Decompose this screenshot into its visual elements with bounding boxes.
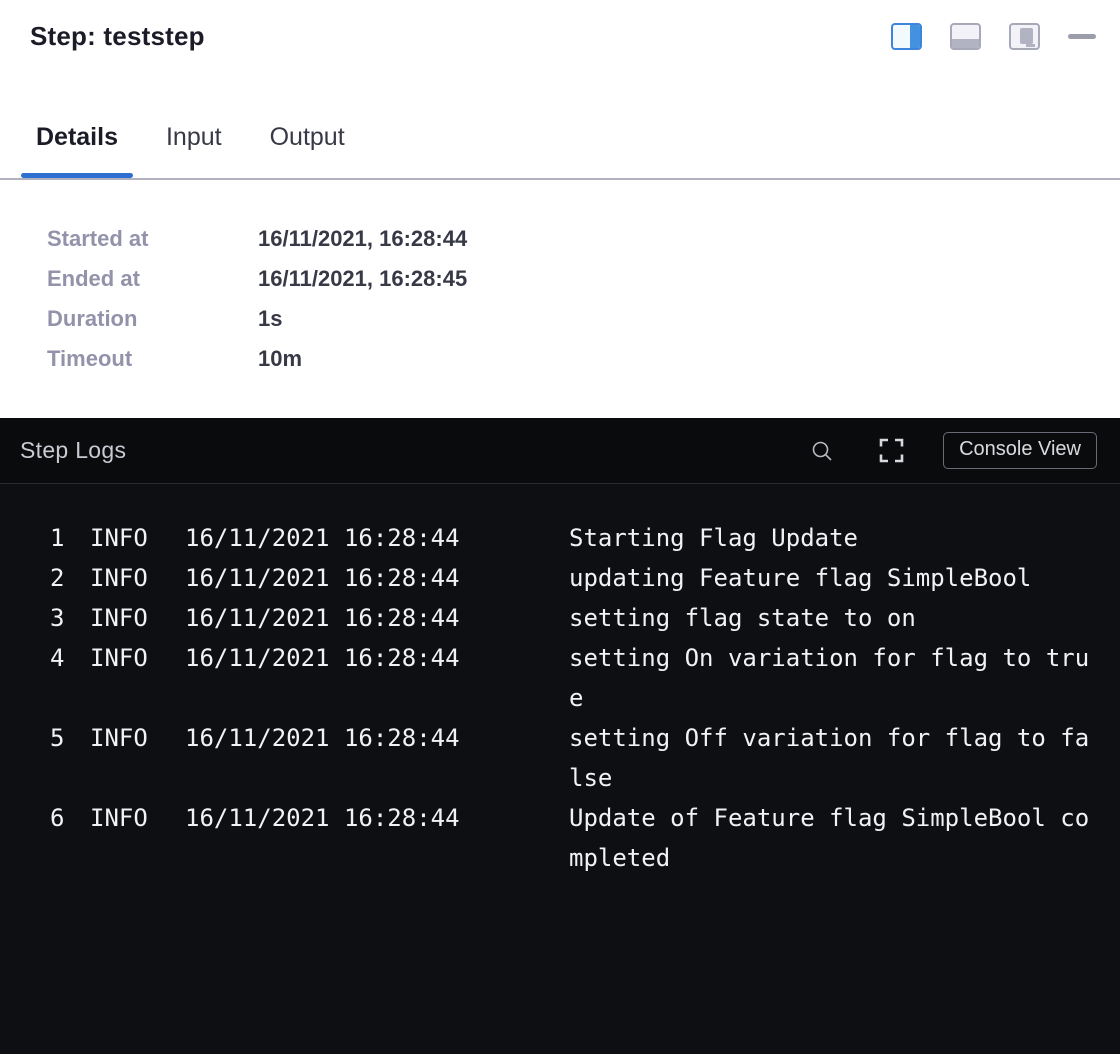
log-level: INFO [90,598,185,638]
log-level: INFO [90,638,185,718]
log-line-number: 1 [50,518,90,558]
log-line-number: 5 [50,718,90,798]
page-title: Step: teststep [30,18,205,54]
detail-label: Duration [47,299,258,339]
log-line: 4INFO16/11/2021 16:28:44setting On varia… [50,638,1097,718]
layout-controls [891,23,1096,50]
tab-input[interactable]: Input [151,122,237,178]
floating-view-dash [1026,44,1035,47]
detail-row: Duration1s [47,299,1120,339]
log-level: INFO [90,798,185,878]
log-line: 1INFO16/11/2021 16:28:44Starting Flag Up… [50,518,1097,558]
search-icon[interactable] [810,439,834,463]
panel-header: Step: teststep [0,0,1120,54]
detail-value: 1s [258,299,282,339]
log-timestamp: 16/11/2021 16:28:44 [185,798,569,878]
log-level: INFO [90,518,185,558]
console-view-button[interactable]: Console View [943,432,1097,469]
log-message: Update of Feature flag SimpleBool comple… [569,798,1097,878]
logs-title: Step Logs [20,437,126,464]
details-panel: Started at16/11/2021, 16:28:44Ended at16… [0,180,1120,418]
log-message: Starting Flag Update [569,518,1097,558]
log-level: INFO [90,718,185,798]
tab-bar: Details Input Output [0,122,1120,180]
log-timestamp: 16/11/2021 16:28:44 [185,638,569,718]
tab-details[interactable]: Details [21,122,133,178]
log-message: setting On variation for flag to true [569,638,1097,718]
detail-row: Timeout10m [47,339,1120,379]
log-timestamp: 16/11/2021 16:28:44 [185,718,569,798]
log-line-number: 6 [50,798,90,878]
log-viewer[interactable]: 1INFO16/11/2021 16:28:44Starting Flag Up… [0,484,1120,1054]
detail-value: 10m [258,339,302,379]
detail-row: Started at16/11/2021, 16:28:44 [47,219,1120,259]
detail-row: Ended at16/11/2021, 16:28:45 [47,259,1120,299]
log-level: INFO [90,558,185,598]
log-timestamp: 16/11/2021 16:28:44 [185,558,569,598]
log-message: updating Feature flag SimpleBool [569,558,1097,598]
detail-value: 16/11/2021, 16:28:45 [258,259,467,299]
split-right-fill [910,25,920,48]
logs-panel: Step Logs Console View 1INFO16/11/2021 1… [0,418,1120,1054]
minimize-icon[interactable] [1068,34,1096,39]
floating-view-rect [1020,28,1033,44]
log-lines: 1INFO16/11/2021 16:28:44Starting Flag Up… [50,518,1097,878]
detail-label: Timeout [47,339,258,379]
log-message: setting Off variation for flag to false [569,718,1097,798]
bottom-view-fill [952,39,979,47]
logs-header: Step Logs Console View [0,418,1120,484]
log-timestamp: 16/11/2021 16:28:44 [185,598,569,638]
step-panel: Step: teststep Details Input Output Star… [0,0,1120,1054]
logs-actions: Console View [810,432,1097,469]
details-rows: Started at16/11/2021, 16:28:44Ended at16… [47,219,1120,379]
tab-output[interactable]: Output [255,122,360,178]
log-message: setting flag state to on [569,598,1097,638]
log-line: 2INFO16/11/2021 16:28:44updating Feature… [50,558,1097,598]
detail-value: 16/11/2021, 16:28:44 [258,219,467,259]
fullscreen-icon[interactable] [878,437,905,464]
log-line-number: 4 [50,638,90,718]
log-line-number: 3 [50,598,90,638]
log-line: 5INFO16/11/2021 16:28:44setting Off vari… [50,718,1097,798]
detail-label: Started at [47,219,258,259]
log-line-number: 2 [50,558,90,598]
log-line: 3INFO16/11/2021 16:28:44setting flag sta… [50,598,1097,638]
log-timestamp: 16/11/2021 16:28:44 [185,518,569,558]
detail-label: Ended at [47,259,258,299]
bottom-view-icon[interactable] [950,23,981,50]
floating-view-icon[interactable] [1009,23,1040,50]
split-right-view-icon[interactable] [891,23,922,50]
log-line: 6INFO16/11/2021 16:28:44Update of Featur… [50,798,1097,878]
